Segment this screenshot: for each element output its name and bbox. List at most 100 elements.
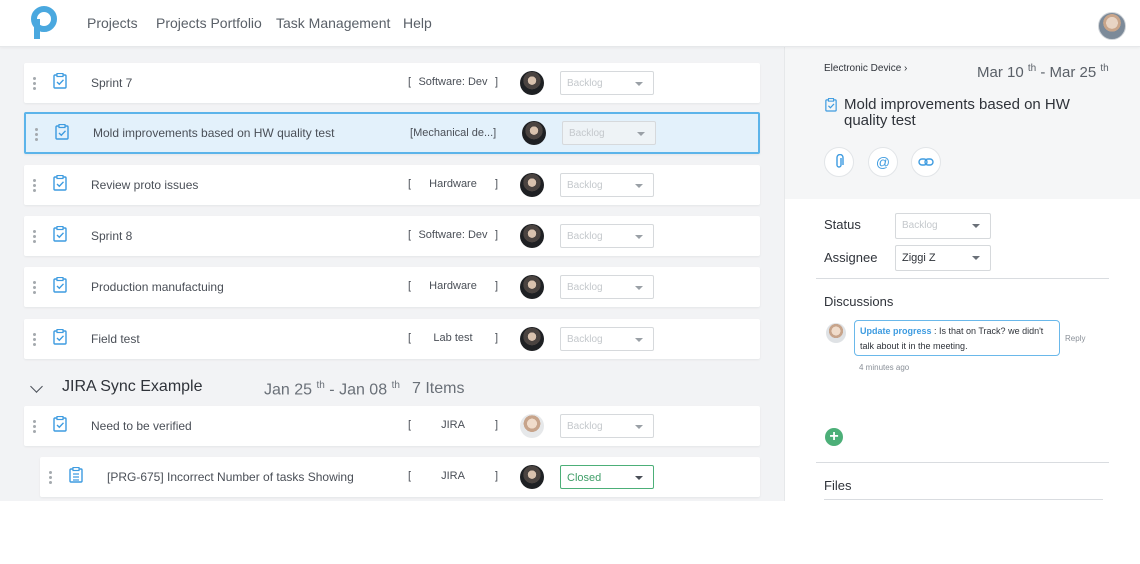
task-checklist-icon xyxy=(53,329,67,345)
chevron-down-icon xyxy=(637,132,645,136)
user-avatar[interactable] xyxy=(1098,12,1126,40)
task-tag: [Hardware] xyxy=(408,178,498,190)
status-select[interactable]: Backlog xyxy=(560,71,654,95)
task-row[interactable]: Review proto issues [Hardware] Backlog xyxy=(24,165,760,205)
paperclip-icon[interactable] xyxy=(824,147,854,177)
task-row[interactable]: Need to be verified [JIRA] Backlog xyxy=(24,406,760,446)
comment-author[interactable]: Update progress xyxy=(860,326,932,336)
chevron-down-icon xyxy=(635,286,643,290)
files-heading: Files xyxy=(824,478,852,493)
group-dates: Jan 25 th - Jan 08 th xyxy=(264,380,400,399)
drag-handle-icon[interactable] xyxy=(33,228,37,244)
breadcrumb[interactable]: Electronic Device › xyxy=(824,63,907,74)
chevron-down-icon[interactable] xyxy=(30,380,43,393)
group-header: JIRA Sync Example Jan 25 th - Jan 08 th … xyxy=(24,374,760,404)
assignee-avatar[interactable] xyxy=(520,414,544,438)
status-select[interactable]: Closed xyxy=(560,465,654,489)
comment-bubble: Update progress : Is that on Track? we d… xyxy=(854,320,1060,356)
chevron-down-icon xyxy=(635,184,643,188)
task-tag: [Software: Dev] xyxy=(408,229,498,241)
drag-handle-icon[interactable] xyxy=(33,279,37,295)
task-tag: [JIRA] xyxy=(408,470,498,482)
drag-handle-icon[interactable] xyxy=(33,331,37,347)
assignee-dropdown[interactable]: Ziggi Z xyxy=(895,245,991,271)
status-select[interactable]: Backlog xyxy=(562,121,656,145)
chevron-down-icon xyxy=(635,476,643,480)
task-checklist-icon xyxy=(53,175,67,191)
nav-task-management[interactable]: Task Management xyxy=(276,0,390,46)
task-row[interactable]: Sprint 8 [Software: Dev] Backlog xyxy=(24,216,760,256)
detail-header: Electronic Device › Mar 10 th - Mar 25 t… xyxy=(785,47,1140,199)
group-item-count: 7 Items xyxy=(412,380,465,397)
drag-handle-icon[interactable] xyxy=(33,75,37,91)
link-icon[interactable] xyxy=(911,147,941,177)
status-dropdown[interactable]: Backlog xyxy=(895,213,991,239)
task-tag: [Lab test] xyxy=(408,332,498,344)
task-tag: [Software: Dev] xyxy=(408,76,498,88)
task-name[interactable]: Field test xyxy=(91,319,140,359)
task-tag: [JIRA] xyxy=(408,419,498,431)
task-checklist-icon xyxy=(53,226,67,242)
chevron-down-icon xyxy=(635,82,643,86)
status-select[interactable]: Backlog xyxy=(560,275,654,299)
at-icon[interactable]: @ xyxy=(868,147,898,177)
task-name[interactable]: Sprint 8 xyxy=(91,216,132,256)
task-list-icon xyxy=(69,467,83,483)
assignee-avatar[interactable] xyxy=(520,71,544,95)
drag-handle-icon[interactable] xyxy=(33,177,37,193)
discussions-heading: Discussions xyxy=(824,294,894,309)
task-row[interactable]: Sprint 7 [Software: Dev] Backlog xyxy=(24,63,760,103)
task-name[interactable]: Mold improvements based on HW quality te… xyxy=(93,114,334,152)
top-navbar: Projects Projects Portfolio Task Managem… xyxy=(0,0,1140,47)
task-name[interactable]: Sprint 7 xyxy=(91,63,132,103)
chevron-right-icon: › xyxy=(904,63,908,74)
reply-link[interactable]: Reply xyxy=(1065,334,1085,343)
app-logo-icon[interactable] xyxy=(30,6,58,40)
task-tag: [Mechanical de...] xyxy=(410,127,497,139)
task-checklist-icon xyxy=(53,416,67,432)
divider xyxy=(816,462,1109,463)
assignee-avatar[interactable] xyxy=(520,173,544,197)
detail-dates: Mar 10 th - Mar 25 th xyxy=(977,63,1109,81)
task-name[interactable]: Need to be verified xyxy=(91,406,192,446)
task-detail-panel: Electronic Device › Mar 10 th - Mar 25 t… xyxy=(784,47,1140,501)
assignee-avatar[interactable] xyxy=(520,275,544,299)
task-row[interactable]: Field test [Lab test] Backlog xyxy=(24,319,760,359)
status-select[interactable]: Backlog xyxy=(560,173,654,197)
task-name[interactable]: [PRG-675] Incorrect Number of tasks Show… xyxy=(107,457,354,497)
comment-author-avatar xyxy=(826,323,846,343)
assignee-avatar[interactable] xyxy=(520,327,544,351)
task-row[interactable]: Production manufactuing [Hardware] Backl… xyxy=(24,267,760,307)
status-select[interactable]: Backlog xyxy=(560,224,654,248)
comment-timestamp: 4 minutes ago xyxy=(859,363,910,372)
task-name[interactable]: Review proto issues xyxy=(91,165,198,205)
task-checklist-icon xyxy=(825,98,837,112)
task-row-subtask[interactable]: [PRG-675] Incorrect Number of tasks Show… xyxy=(40,457,760,497)
detail-title[interactable]: Mold improvements based on HW quality te… xyxy=(844,97,1114,129)
group-title[interactable]: JIRA Sync Example xyxy=(62,378,203,396)
task-checklist-icon xyxy=(55,124,69,140)
nav-help[interactable]: Help xyxy=(403,0,432,46)
drag-handle-icon[interactable] xyxy=(33,418,37,434)
task-row-selected[interactable]: Mold improvements based on HW quality te… xyxy=(24,112,760,154)
assignee-avatar[interactable] xyxy=(520,465,544,489)
status-select[interactable]: Backlog xyxy=(560,327,654,351)
divider xyxy=(816,278,1109,279)
task-checklist-icon xyxy=(53,277,67,293)
chevron-down-icon xyxy=(635,235,643,239)
chevron-down-icon xyxy=(972,256,980,260)
drag-handle-icon[interactable] xyxy=(49,469,53,485)
add-comment-button[interactable]: + xyxy=(825,428,843,446)
assignee-avatar[interactable] xyxy=(520,224,544,248)
task-list: Sprint 7 [Software: Dev] Backlog Mold im… xyxy=(0,47,784,501)
drag-handle-icon[interactable] xyxy=(35,126,39,142)
status-select[interactable]: Backlog xyxy=(560,414,654,438)
nav-projects-portfolio[interactable]: Projects Portfolio xyxy=(156,0,262,46)
assignee-label: Assignee xyxy=(824,250,878,265)
assignee-avatar[interactable] xyxy=(522,121,546,145)
nav-projects[interactable]: Projects xyxy=(87,0,138,46)
chevron-down-icon xyxy=(635,425,643,429)
task-name[interactable]: Production manufactuing xyxy=(91,267,224,307)
chevron-down-icon xyxy=(972,224,980,228)
task-checklist-icon xyxy=(53,73,67,89)
